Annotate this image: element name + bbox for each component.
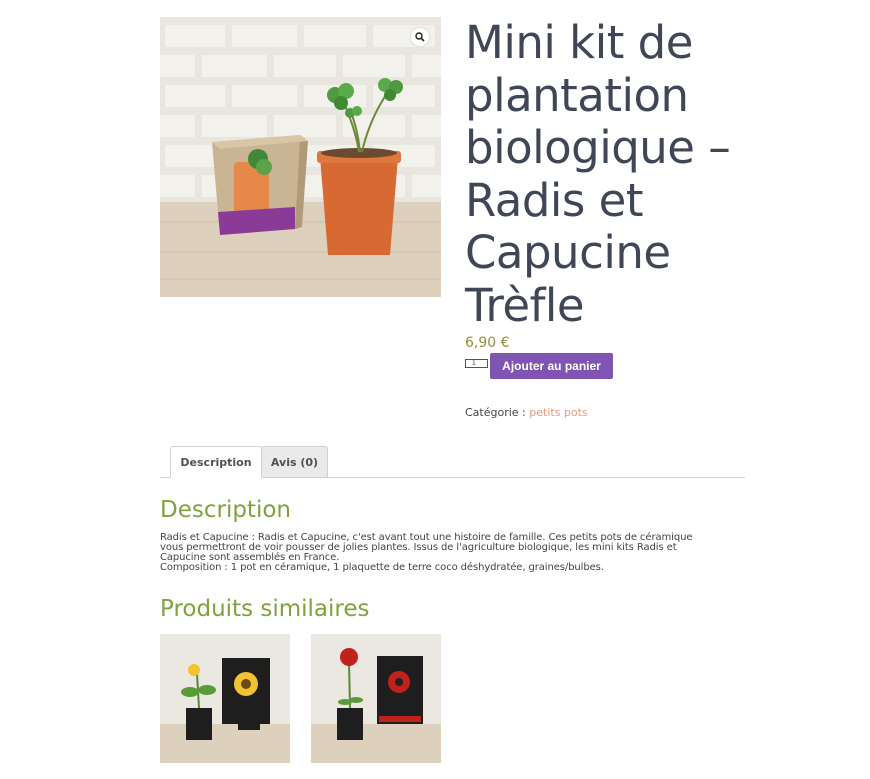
description-heading: Description [160,497,291,523]
category-label: Catégorie : [465,406,526,419]
description-text: Radis et Capucine : Radis et Capucine, c… [160,533,748,573]
quantity-input[interactable]: 1 [465,359,488,368]
related-product-poppy[interactable] [311,634,441,763]
magnifier-icon [415,32,425,42]
tab-description[interactable]: Description [170,446,262,478]
related-product-sunflower[interactable] [160,634,290,763]
add-to-cart-button[interactable]: Ajouter au panier [490,353,613,379]
tab-reviews[interactable]: Avis (0) [261,446,328,478]
zoom-button[interactable] [411,28,429,46]
product-category: Catégorie : petits pots [465,406,588,419]
product-price: 6,90 € [465,335,510,351]
description-line: Composition : 1 pot en céramique, 1 plaq… [160,562,604,573]
category-link[interactable]: petits pots [529,406,587,419]
product-main-image[interactable] [160,17,441,297]
product-title: Mini kit de plantation biologique – Radi… [465,16,731,332]
related-products-heading: Produits similaires [160,596,370,622]
